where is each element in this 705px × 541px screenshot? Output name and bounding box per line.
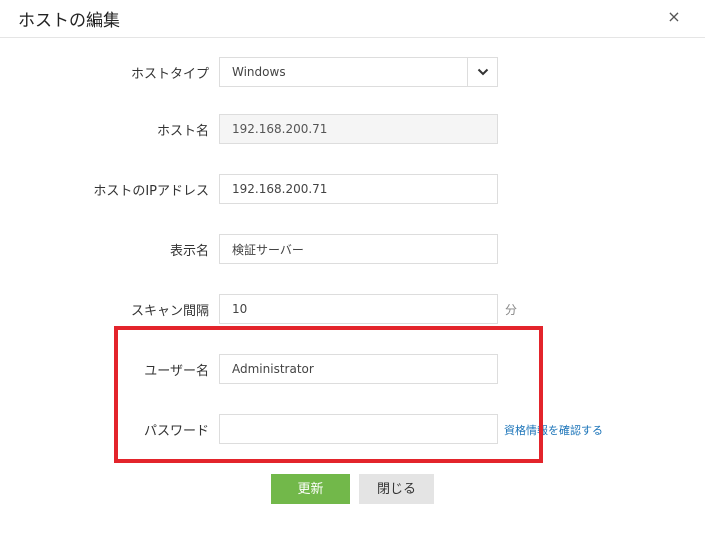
username-label: ユーザー名 (144, 364, 209, 379)
scan-interval-unit: 分 (505, 303, 518, 317)
host-type-label: ホストタイプ (130, 67, 209, 82)
dialog-header: ホストの編集 × (0, 0, 705, 38)
scan-interval-field[interactable] (219, 294, 498, 324)
host-ip-field[interactable] (219, 174, 498, 204)
close-icon[interactable]: × (665, 8, 683, 26)
host-type-selected-value: Windows (232, 65, 286, 79)
chevron-down-icon[interactable] (467, 58, 497, 86)
edit-host-dialog: ホストの編集 × ホストタイプ Windows ホスト名 ホストのIPアドレス … (0, 0, 705, 541)
close-button[interactable]: 閉じる (359, 474, 434, 504)
dialog-title: ホストの編集 (18, 11, 120, 31)
password-field[interactable] (219, 414, 498, 444)
display-name-field[interactable] (219, 234, 498, 264)
host-name-row: ホスト名 (0, 114, 705, 144)
host-name-field (219, 114, 498, 144)
update-button[interactable]: 更新 (271, 474, 350, 504)
display-name-row: 表示名 (0, 234, 705, 264)
scan-interval-label: スキャン間隔 (130, 304, 209, 319)
username-row: ユーザー名 (0, 354, 705, 384)
password-label: パスワード (143, 424, 209, 439)
host-type-row: ホストタイプ Windows (0, 57, 705, 87)
verify-credentials-link[interactable]: 資格情報を確認する (504, 422, 603, 438)
display-name-label: 表示名 (169, 244, 209, 259)
host-ip-row: ホストのIPアドレス (0, 174, 705, 204)
host-name-label: ホスト名 (156, 124, 209, 139)
username-field[interactable] (219, 354, 498, 384)
scan-interval-row: スキャン間隔 分 (0, 294, 705, 324)
host-ip-label: ホストのIPアドレス (93, 184, 209, 199)
host-type-select[interactable]: Windows (219, 57, 498, 87)
password-row: パスワード 資格情報を確認する (0, 414, 705, 444)
